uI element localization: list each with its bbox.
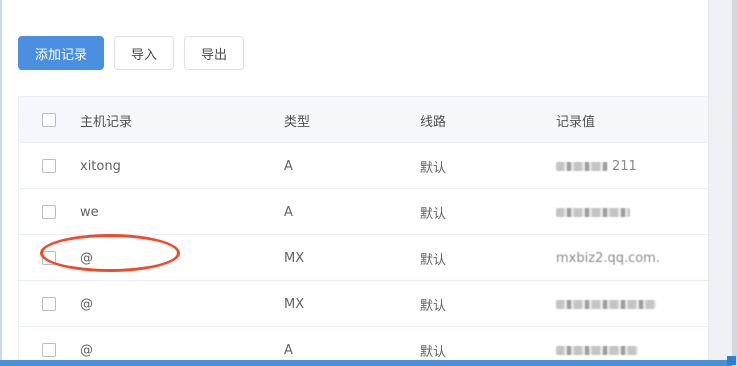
line-cell: 默认 (420, 298, 447, 314)
export-button[interactable]: 导出 (184, 36, 244, 70)
type-cell: MX (284, 296, 305, 312)
redacted-value (556, 161, 608, 171)
add-record-button[interactable]: 添加记录 (18, 36, 104, 70)
corner-marker (727, 356, 736, 365)
redacted-value (556, 207, 630, 217)
dns-records-table: 主机记录 类型 线路 记录值 xitong A 默认 211 we A 默认 @… (18, 96, 709, 366)
type-cell: A (284, 158, 293, 174)
row-checkbox[interactable] (42, 205, 56, 219)
host-cell: xitong (80, 158, 121, 174)
value-cell: 211 (556, 143, 637, 189)
line-cell: 默认 (420, 252, 447, 268)
value-cell (556, 281, 656, 327)
left-edge (0, 0, 2, 366)
line-cell: 默认 (420, 160, 447, 176)
select-all-checkbox[interactable] (42, 113, 56, 127)
line-cell: 默认 (420, 206, 447, 222)
column-type: 类型 (284, 114, 311, 130)
row-checkbox[interactable] (42, 343, 56, 357)
host-cell: @ (80, 250, 93, 266)
bottom-frame-bar (0, 360, 732, 366)
host-cell: @ (80, 296, 93, 312)
row-checkbox[interactable] (42, 251, 56, 265)
type-cell: MX (284, 250, 305, 266)
value-cell (556, 189, 630, 235)
table-row: @ MX 默认 mxbiz2.qq.com. (19, 235, 709, 281)
row-checkbox[interactable] (42, 297, 56, 311)
column-value: 记录值 (556, 114, 596, 130)
column-line: 线路 (420, 114, 447, 130)
type-cell: A (284, 204, 293, 220)
table-row: we A 默认 (19, 189, 709, 235)
value-cell: mxbiz2.qq.com. (556, 250, 660, 266)
redacted-value (556, 299, 656, 309)
column-host: 主机记录 (80, 114, 133, 130)
table-row: xitong A 默认 211 (19, 143, 709, 189)
row-checkbox[interactable] (42, 159, 56, 173)
host-cell: we (80, 204, 99, 220)
table-row: @ MX 默认 (19, 281, 709, 327)
right-scrollbar[interactable] (732, 0, 738, 366)
toolbar: 添加记录 导入 导出 (18, 36, 244, 70)
table-header: 主机记录 类型 线路 记录值 (19, 97, 709, 143)
import-button[interactable]: 导入 (114, 36, 174, 70)
redacted-value (556, 345, 638, 355)
